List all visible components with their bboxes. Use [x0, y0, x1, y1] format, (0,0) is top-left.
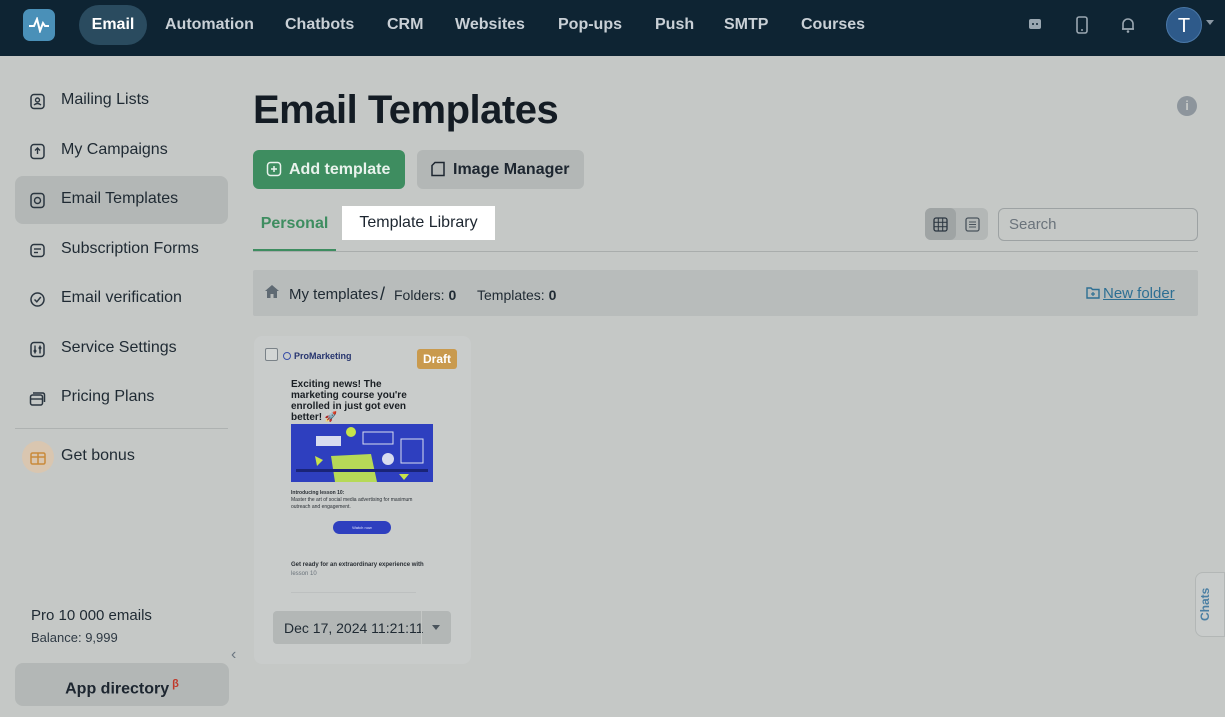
template-date-dropdown[interactable]: Dec 17, 2024 11:21:11	[273, 611, 451, 644]
template-preview-headline: Exciting news! The marketing course you'…	[291, 379, 407, 423]
templates-icon	[30, 192, 45, 209]
page-title: Email Templates	[253, 88, 559, 132]
settings-sliders-icon	[30, 341, 45, 358]
beta-badge: β	[172, 678, 179, 690]
sidebar-item-label: Mailing Lists	[61, 91, 150, 108]
sidebar-item-pricing-plans[interactable]: Pricing Plans	[15, 374, 228, 422]
new-folder-icon	[1086, 287, 1100, 299]
list-view-button[interactable]	[956, 208, 988, 240]
nav-item-chatbots[interactable]: Chatbots	[285, 15, 354, 43]
dropdown-divider	[421, 611, 422, 644]
template-brand-name: ProMarketing	[294, 351, 352, 361]
app-directory-label: App directory	[65, 680, 170, 698]
nav-item-courses[interactable]: Courses	[801, 15, 865, 43]
new-folder-link[interactable]: New folder	[1086, 285, 1175, 302]
mobile-icon[interactable]	[1073, 16, 1091, 34]
image-manager-button[interactable]: Image Manager	[417, 150, 584, 189]
image-manager-label: Image Manager	[453, 161, 570, 178]
nav-item-crm[interactable]: CRM	[387, 15, 423, 43]
status-badge: Draft	[417, 349, 457, 369]
templates-label: Templates:	[477, 287, 545, 303]
grid-icon	[933, 217, 948, 232]
upload-icon	[30, 143, 45, 160]
sidebar-item-email-templates[interactable]: Email Templates	[15, 176, 228, 224]
sidebar-item-email-verification[interactable]: Email verification	[15, 275, 228, 323]
chevron-down-icon[interactable]	[432, 625, 440, 630]
add-template-label: Add template	[289, 161, 391, 178]
contacts-icon	[30, 93, 45, 110]
sidebar-divider	[15, 428, 228, 429]
check-circle-icon	[30, 292, 45, 307]
tabs-divider	[253, 251, 1198, 252]
list-icon	[965, 217, 980, 232]
preview-footer-text: Get ready for an extraordinary experienc…	[291, 562, 424, 568]
sidebar-item-label: Email Templates	[61, 190, 179, 207]
templates-count: Templates: 0	[477, 287, 556, 303]
template-preview-footer: Get ready for an extraordinary experienc…	[291, 561, 441, 579]
grid-view-button[interactable]	[925, 208, 956, 240]
app-directory-button[interactable]: App directory β	[15, 663, 229, 706]
folders-value: 0	[448, 287, 457, 303]
sidebar-item-label: Email verification	[61, 289, 182, 306]
nav-item-automation[interactable]: Automation	[165, 15, 254, 43]
tab-template-library[interactable]: Template Library	[342, 206, 495, 240]
sidebar-item-label: Get bonus	[61, 447, 135, 464]
template-preview-cta: Watch now	[333, 521, 391, 534]
tab-personal[interactable]: Personal	[253, 207, 336, 251]
breadcrumb: My templates / Folders: 0 Templates: 0 N…	[253, 270, 1198, 316]
sidebar-item-label: Subscription Forms	[61, 240, 199, 257]
sidebar-item-label: Pricing Plans	[61, 388, 155, 405]
sidebar-item-service-settings[interactable]: Service Settings	[15, 325, 228, 373]
home-icon[interactable]	[264, 284, 280, 299]
bell-icon[interactable]	[1119, 16, 1137, 34]
new-folder-label: New folder	[1103, 285, 1175, 302]
chevron-down-icon[interactable]	[1206, 20, 1214, 25]
user-avatar[interactable]: T	[1166, 7, 1202, 43]
nav-item-popups[interactable]: Pop-ups	[558, 15, 622, 43]
preview-divider	[291, 592, 416, 593]
search-input[interactable]	[998, 208, 1198, 241]
sidebar-item-label: My Campaigns	[61, 141, 168, 158]
sidebar-item-subscription-forms[interactable]: Subscription Forms	[15, 226, 228, 274]
sidebar-item-my-campaigns[interactable]: My Campaigns	[15, 127, 228, 175]
nav-item-push[interactable]: Push	[655, 15, 694, 43]
collapse-sidebar-icon[interactable]: ‹	[231, 646, 236, 664]
template-date: Dec 17, 2024 11:21:11	[284, 620, 424, 636]
template-card[interactable]: ProMarketing Draft Exciting news! The ma…	[254, 336, 471, 664]
folders-count: Folders: 0	[394, 287, 456, 303]
template-preview-body: Introducing lesson 10: Master the art of …	[291, 490, 431, 511]
file-icon	[431, 161, 445, 177]
plan-balance: Balance: 9,999	[31, 630, 118, 645]
plan-name: Pro 10 000 emails	[31, 607, 152, 624]
nav-item-smtp[interactable]: SMTP	[724, 15, 768, 43]
breadcrumb-root[interactable]: My templates	[289, 286, 378, 303]
template-select-checkbox[interactable]	[265, 348, 278, 361]
cards-icon	[29, 392, 46, 406]
nav-item-websites[interactable]: Websites	[455, 15, 525, 43]
add-template-icon	[266, 161, 282, 177]
preview-text: Master the art of social media advertisi…	[291, 497, 413, 510]
nav-item-email[interactable]: Email	[79, 5, 147, 45]
brand-logo-icon	[283, 352, 291, 360]
app-logo-icon[interactable]	[23, 9, 55, 41]
template-brand: ProMarketing	[283, 351, 352, 361]
form-icon	[30, 243, 45, 258]
preview-footer-muted: lesson 10	[291, 571, 317, 577]
sidebar-item-mailing-lists[interactable]: Mailing Lists	[15, 77, 228, 125]
chats-tab-label: Chats	[1198, 587, 1212, 621]
view-toggle	[925, 208, 988, 240]
templates-value: 0	[548, 287, 557, 303]
info-icon[interactable]: i	[1177, 96, 1197, 116]
folders-label: Folders:	[394, 287, 445, 303]
top-nav-bar: Email Automation Chatbots CRM Websites P…	[0, 0, 1225, 56]
chats-tab[interactable]: Chats	[1195, 572, 1225, 637]
chat-icon[interactable]	[1026, 16, 1044, 34]
add-template-button[interactable]: Add template	[253, 150, 405, 189]
sidebar-item-label: Service Settings	[61, 339, 177, 356]
breadcrumb-separator: /	[380, 284, 386, 304]
preview-subtitle: Introducing lesson 10:	[291, 490, 345, 496]
sidebar-item-get-bonus[interactable]: Get bonus	[46, 433, 226, 481]
template-preview-image	[291, 424, 433, 482]
